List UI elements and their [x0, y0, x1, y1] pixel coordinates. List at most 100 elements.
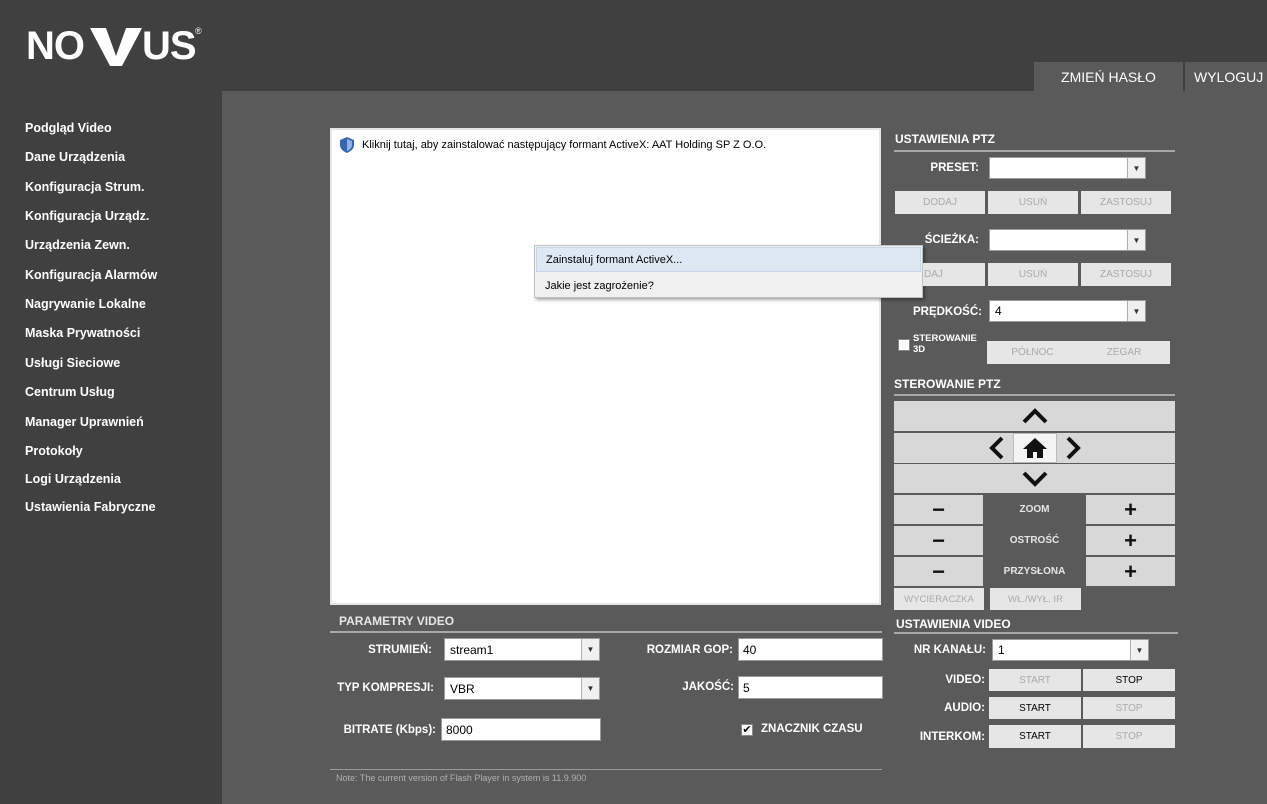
- logout-label: WYLOGUJ: [1194, 68, 1264, 85]
- ptz-settings-divider: [894, 150, 1175, 152]
- sidebar-item-podglad-video[interactable]: Podgląd Video: [25, 121, 112, 135]
- ptz-settings-title: USTAWIENIA PTZ: [895, 132, 995, 146]
- sidebar-item-manager-uprawnien[interactable]: Manager Uprawnień: [25, 415, 144, 429]
- speed-value: 4: [995, 304, 1002, 318]
- chevron-down-icon: ▼: [581, 678, 599, 699]
- focus-minus-button[interactable]: −: [894, 526, 983, 555]
- ptz-control-title: STEROWANIE PTZ: [894, 377, 1001, 391]
- video-viewer[interactable]: [330, 128, 881, 605]
- bitrate-value: 8000: [446, 722, 473, 737]
- chevron-up-icon: [1022, 408, 1047, 424]
- zoom-plus-button[interactable]: +: [1086, 495, 1175, 524]
- activex-info-bar[interactable]: Kliknij tutaj, aby zainstalować następuj…: [340, 135, 860, 155]
- chevron-down-icon: ▼: [1127, 230, 1145, 250]
- zoom-minus-button[interactable]: −: [894, 495, 983, 524]
- video-settings-divider: [894, 632, 1178, 634]
- compression-label: TYP KOMPRESJI:: [337, 682, 434, 694]
- bitrate-input[interactable]: 8000: [441, 718, 601, 741]
- path-select[interactable]: ▼: [989, 229, 1146, 251]
- sidebar-item-nagrywanie-lokalne[interactable]: Nagrywanie Lokalne: [25, 297, 146, 311]
- what-is-risk-menu-item[interactable]: Jakie jest zagrożenie?: [536, 273, 921, 298]
- channel-label: NR KANAŁU:: [913, 644, 986, 656]
- logout-button[interactable]: WYLOGUJ: [1185, 62, 1267, 91]
- video-label: VIDEO:: [945, 674, 985, 686]
- channel-select[interactable]: 1 ▼: [992, 639, 1149, 661]
- activex-bar-text: Kliknij tutaj, aby zainstalować następuj…: [362, 139, 767, 151]
- quality-input[interactable]: 5: [738, 676, 883, 699]
- bitrate-label: BITRATE (Kbps):: [343, 724, 436, 736]
- sidebar-item-protokoly[interactable]: Protokoły: [25, 444, 83, 458]
- svg-text:®: ®: [195, 26, 202, 36]
- path-add-button[interactable]: DAJ: [923, 263, 985, 286]
- activex-context-menu: Zainstaluj formant ActiveX... Jakie jest…: [534, 245, 923, 298]
- north-button[interactable]: PÓŁNOC: [987, 341, 1078, 364]
- install-activex-menu-item[interactable]: Zainstaluj formant ActiveX...: [536, 247, 921, 272]
- stream-select[interactable]: stream1 ▼: [444, 638, 600, 661]
- chevron-down-icon: ▼: [581, 639, 599, 660]
- video-settings-title: USTAWIENIA VIDEO: [896, 617, 1011, 631]
- gop-label: ROZMIAR GOP:: [646, 644, 733, 656]
- sidebar-item-konfiguracja-alarmow[interactable]: Konfiguracja Alarmów: [25, 268, 157, 282]
- quality-value: 5: [743, 680, 750, 695]
- timestamp-checkbox[interactable]: ✔: [741, 724, 753, 736]
- stream-value: stream1: [450, 642, 494, 657]
- ptz-home-button[interactable]: [1013, 433, 1057, 463]
- path-label: ŚCIEŻKA:: [924, 234, 979, 246]
- video-params-divider: [330, 631, 882, 633]
- intercom-label: INTERKOM:: [919, 731, 985, 743]
- ptz-down-button[interactable]: [894, 464, 1175, 493]
- gop-value: 40: [743, 642, 757, 657]
- preset-label: PRESET:: [930, 162, 979, 174]
- control3d-label: STEROWANIE 3D: [913, 333, 977, 355]
- iris-plus-button[interactable]: +: [1086, 557, 1175, 586]
- path-apply-button[interactable]: ZASTOSUJ: [1081, 263, 1171, 286]
- sidebar-item-logi-urzadzenia[interactable]: Logi Urządzenia: [25, 472, 121, 486]
- video-stop-button[interactable]: STOP: [1083, 669, 1175, 691]
- gop-input[interactable]: 40: [738, 638, 883, 661]
- sidebar-item-maska-prywatnosci[interactable]: Maska Prywatności: [25, 326, 140, 340]
- chevron-right-icon: [1066, 436, 1081, 460]
- preset-select[interactable]: ▼: [989, 157, 1146, 179]
- quality-label: JAKOŚĆ:: [682, 681, 734, 693]
- novus-logo: NO US ®: [26, 22, 204, 70]
- iris-minus-button[interactable]: −: [894, 557, 983, 586]
- audio-stop-button[interactable]: STOP: [1083, 697, 1175, 719]
- sidebar-item-konfiguracja-strum[interactable]: Konfiguracja Strum.: [25, 180, 144, 194]
- audio-label: AUDIO:: [944, 702, 985, 714]
- preset-add-button[interactable]: DODAJ: [895, 191, 985, 214]
- clock-button[interactable]: ZEGAR: [1078, 341, 1170, 364]
- ptz-right-button[interactable]: [1059, 434, 1087, 462]
- video-start-button[interactable]: START: [989, 669, 1081, 691]
- ptz-up-button[interactable]: [894, 401, 1175, 431]
- path-remove-button[interactable]: USUŃ: [988, 263, 1078, 286]
- preset-remove-button[interactable]: USUŃ: [988, 191, 1078, 214]
- audio-start-button[interactable]: START: [989, 697, 1081, 719]
- ptz-left-button[interactable]: [983, 434, 1011, 462]
- intercom-start-button[interactable]: START: [989, 725, 1081, 748]
- checkmark-icon: ✔: [742, 723, 752, 736]
- compression-select[interactable]: VBR ▼: [444, 677, 600, 700]
- sidebar-item-urzadzenia-zewn[interactable]: Urządzenia Zewn.: [25, 238, 130, 252]
- chevron-down-icon: [1022, 471, 1047, 487]
- sidebar-item-centrum-uslug[interactable]: Centrum Usług: [25, 385, 115, 399]
- sidebar-item-dane-urzadzenia[interactable]: Dane Urządzenia: [25, 150, 125, 164]
- home-icon: [1023, 438, 1047, 458]
- zoom-label: ZOOM: [1019, 504, 1050, 515]
- focus-plus-button[interactable]: +: [1086, 526, 1175, 555]
- channel-value: 1: [998, 643, 1005, 657]
- speed-select[interactable]: 4 ▼: [989, 300, 1146, 322]
- sidebar-item-konfiguracja-urzadz[interactable]: Konfiguracja Urządz.: [25, 209, 149, 223]
- control3d-checkbox[interactable]: [898, 339, 910, 351]
- change-password-label: ZMIEŃ HASŁO: [1061, 68, 1156, 85]
- ir-toggle-button[interactable]: WŁ./WYŁ. IR: [990, 588, 1081, 610]
- ptz-control-divider: [894, 394, 1175, 396]
- preset-apply-button[interactable]: ZASTOSUJ: [1081, 191, 1171, 214]
- chevron-down-icon: ▼: [1127, 301, 1145, 321]
- change-password-button[interactable]: ZMIEŃ HASŁO: [1034, 62, 1183, 91]
- intercom-stop-button[interactable]: STOP: [1083, 725, 1175, 748]
- sidebar-item-uslugi-sieciowe[interactable]: Usługi Sieciowe: [25, 356, 120, 370]
- wiper-button[interactable]: WYCIERACZKA: [894, 588, 984, 610]
- sidebar-item-ustawienia-fabryczne[interactable]: Ustawienia Fabryczne: [25, 500, 156, 514]
- focus-label: OSTROŚĆ: [1009, 535, 1060, 546]
- chevron-left-icon: [989, 436, 1004, 460]
